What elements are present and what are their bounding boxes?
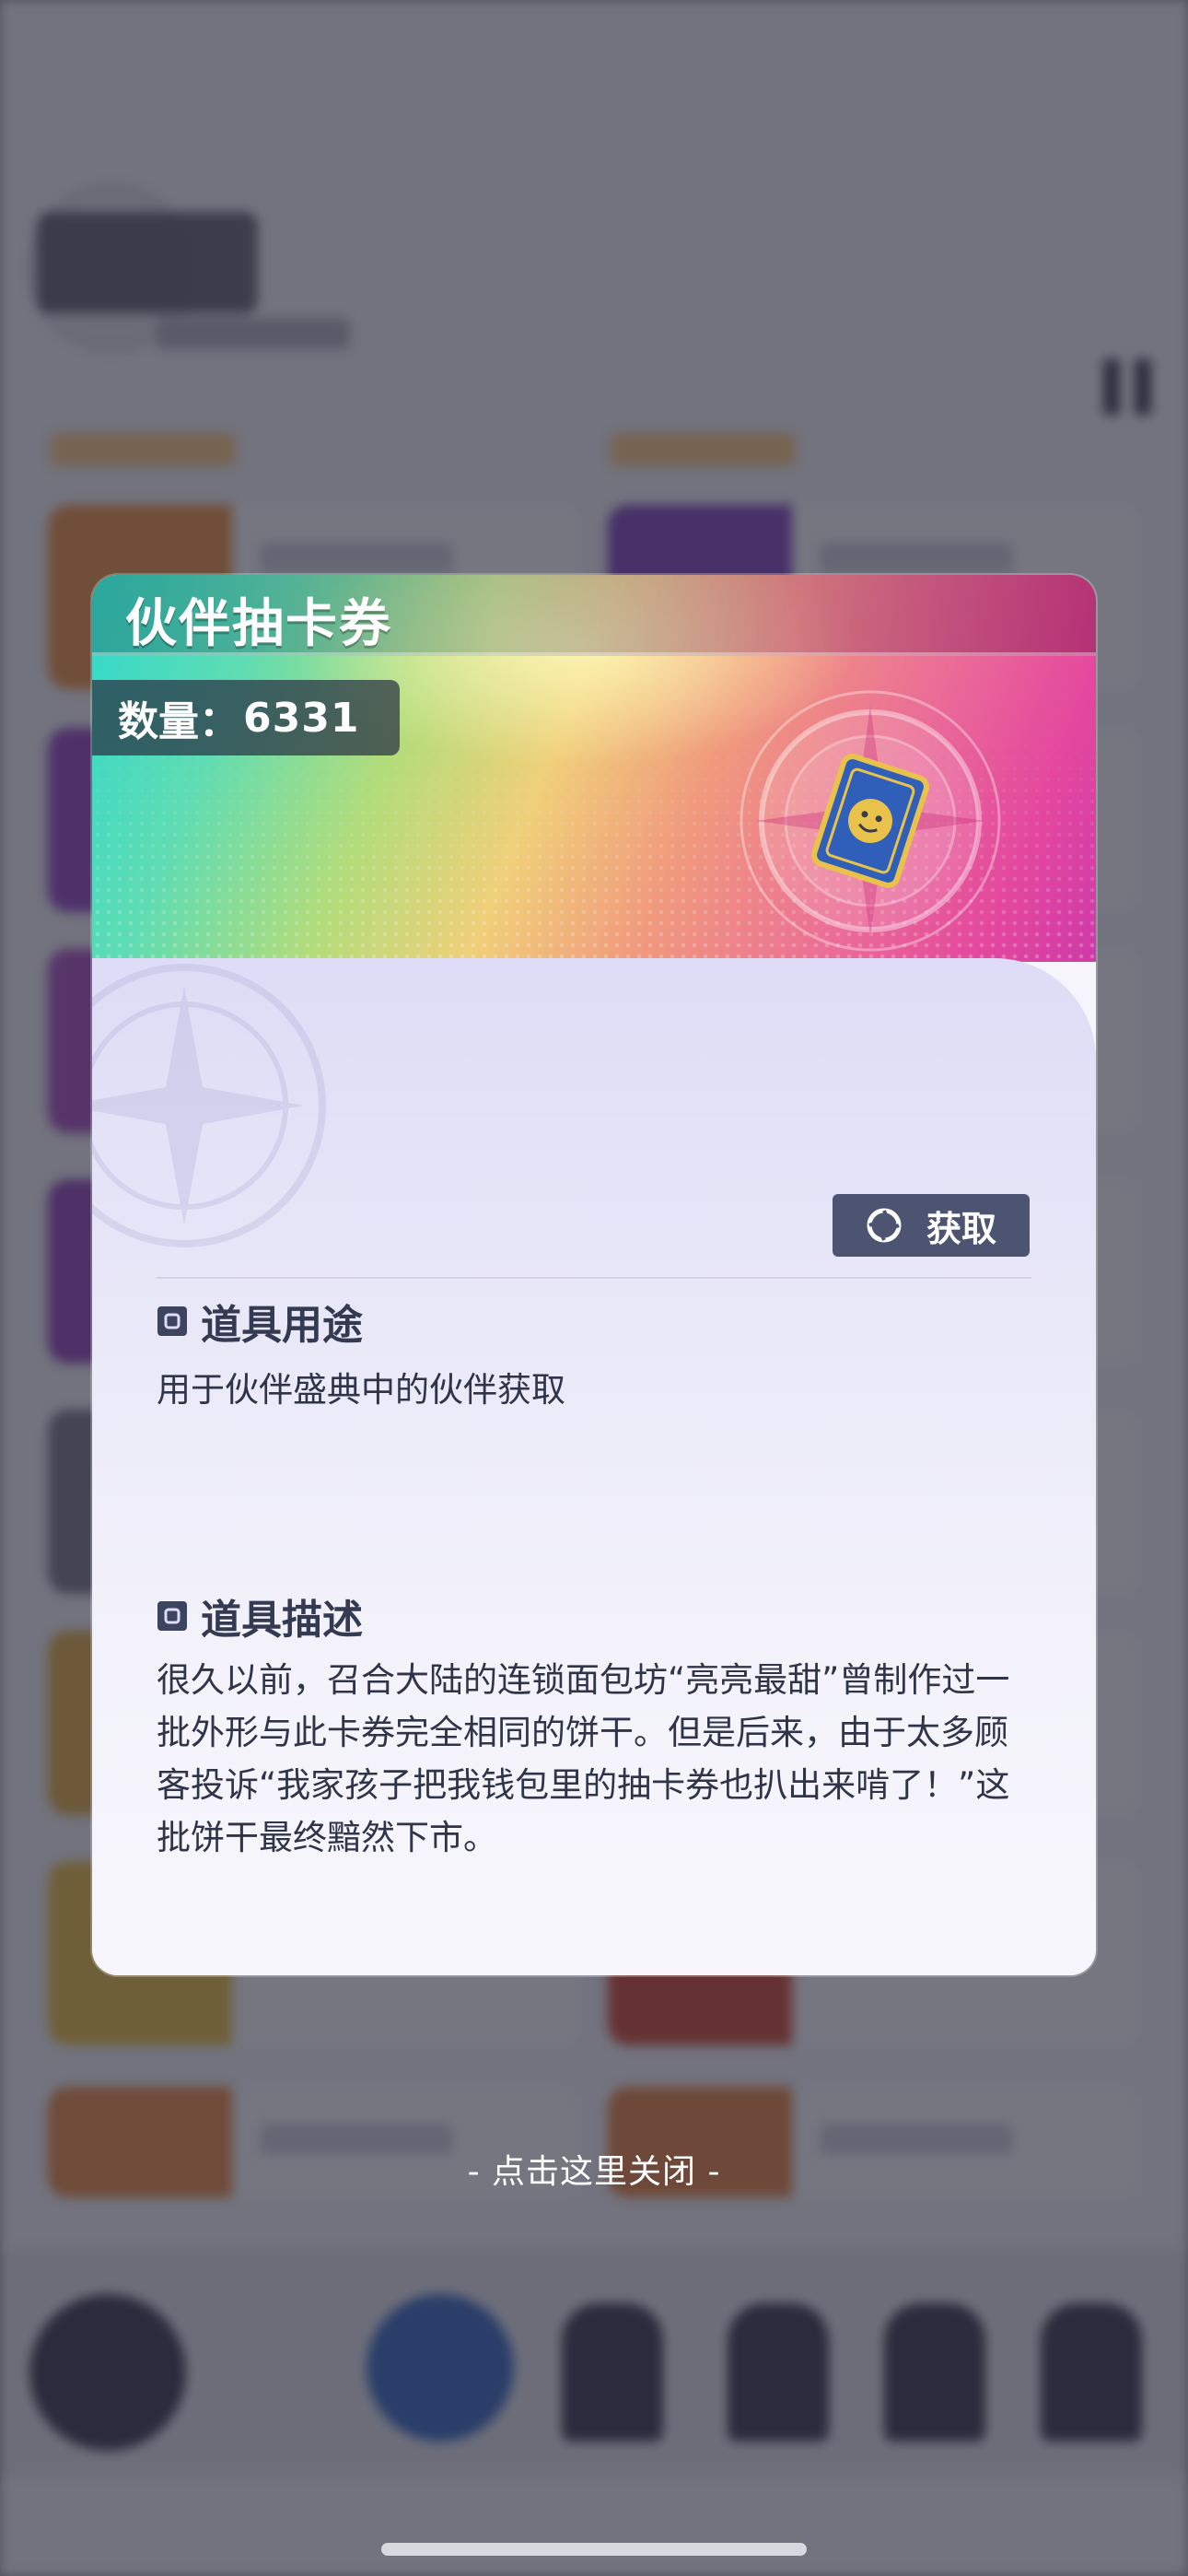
item-title: 伙伴抽卡券 xyxy=(125,593,392,654)
square-bullet-icon xyxy=(157,1306,187,1336)
title-bar: 伙伴抽卡券 xyxy=(92,575,1096,656)
usage-heading-text: 道具用途 xyxy=(201,1302,363,1349)
get-button[interactable]: 获取 xyxy=(833,1194,1030,1257)
dialog-body: 获取 道具用途 用于伙伴盛典中的伙伴获取 道具描述 很久以前，召合大陆的连锁面包… xyxy=(92,958,1096,1975)
card-ticket-icon xyxy=(740,690,1001,952)
quantity-badge: 数量： 6331 xyxy=(92,680,401,755)
usage-heading: 道具用途 xyxy=(157,1292,363,1351)
description-text: 很久以前，召合大陆的连锁面包坊“亮亮最甜”曾制作过一批外形与此卡券完全相同的饼干… xyxy=(157,1660,1010,1857)
description-heading: 道具描述 xyxy=(157,1587,363,1645)
emblem-watermark-icon xyxy=(92,964,326,1247)
divider xyxy=(157,1277,1031,1279)
square-bullet-icon xyxy=(157,1601,187,1631)
get-button-label: 获取 xyxy=(926,1208,996,1249)
description-heading-text: 道具描述 xyxy=(201,1597,363,1644)
item-detail-dialog: 伙伴抽卡券 数量： 6331 获取 道具用途 用于伙伴盛典中的伙伴获取 道具描述… xyxy=(92,575,1096,1975)
aperture-icon xyxy=(867,1208,902,1243)
quantity-label: 数量： xyxy=(118,698,239,745)
close-hint[interactable]: - 点击这里关闭 - xyxy=(0,2145,1188,2193)
home-indicator[interactable] xyxy=(381,2543,807,2556)
dialog-header: 伙伴抽卡券 数量： 6331 xyxy=(92,575,1096,962)
quantity-value: 6331 xyxy=(243,694,360,742)
usage-text: 用于伙伴盛典中的伙伴获取 xyxy=(157,1370,565,1410)
